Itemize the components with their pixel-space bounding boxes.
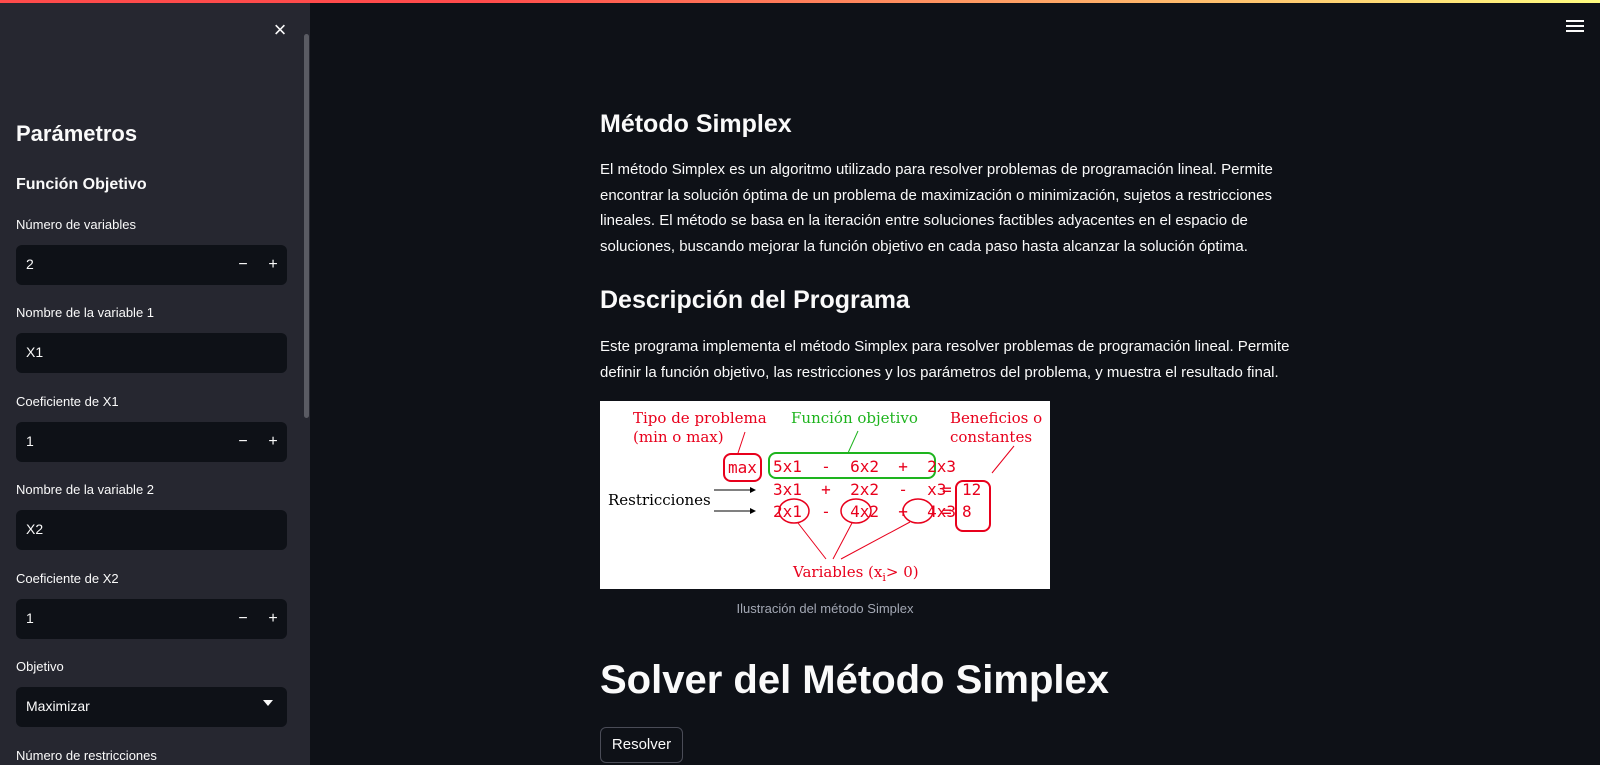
sidebar-title: Parámetros xyxy=(16,121,138,146)
fig-label-restricciones: Restricciones xyxy=(608,491,711,509)
var1-name-input[interactable]: X1 xyxy=(16,333,287,373)
fig-max: max xyxy=(728,458,757,477)
svg-text:Variables (xi> 0): Variables (xi> 0) xyxy=(792,563,919,584)
fig-label-tipo-2: (min o max) xyxy=(633,428,724,446)
coef2-plus-button[interactable]: + xyxy=(260,606,286,632)
menu-icon[interactable] xyxy=(1566,20,1584,34)
coef2-stepper[interactable]: 1 − + xyxy=(16,599,287,639)
coef1-minus-button[interactable]: − xyxy=(230,429,256,455)
fig-label-tipo-1: Tipo de problema xyxy=(633,409,767,427)
fig-eq1: = xyxy=(942,480,952,499)
fig-label-benef-2: constantes xyxy=(950,428,1032,446)
fig-label-vars-end: > 0) xyxy=(886,563,919,581)
var1-name-value[interactable]: X1 xyxy=(26,344,43,360)
section-title-simplex: Método Simplex xyxy=(600,110,792,138)
fig-eq2: = xyxy=(942,502,952,521)
coef1-value[interactable]: 1 xyxy=(26,433,34,449)
fig-row2: 2x1 - 4x2 + 4x3 xyxy=(773,502,956,521)
num-vars-plus-button[interactable]: + xyxy=(260,252,286,278)
simplex-description: El método Simplex es un algoritmo utiliz… xyxy=(600,161,1273,255)
fig-objective-expr: 5x1 - 6x2 + 2x3 xyxy=(773,457,956,476)
var1-name-label: Nombre de la variable 1 xyxy=(16,305,155,320)
fig-rhs2: 8 xyxy=(962,502,972,521)
coef2-minus-button[interactable]: − xyxy=(230,606,256,632)
coef1-stepper[interactable]: 1 − + xyxy=(16,422,287,462)
coef1-label: Coeficiente de X1 xyxy=(16,394,119,409)
sidebar-scrollbar[interactable] xyxy=(304,34,309,418)
num-constraints-label: Número de restricciones xyxy=(16,748,157,763)
program-description: Este programa implementa el método Simpl… xyxy=(600,338,1290,381)
objective-value[interactable]: Maximizar xyxy=(26,698,90,714)
coef2-value[interactable]: 1 xyxy=(26,610,34,626)
solver-title: Solver del Método Simplex xyxy=(600,658,1110,702)
fig-row1: 3x1 + 2x2 - x3 xyxy=(773,480,946,499)
fig-label-vars: Variables (x xyxy=(792,563,883,581)
chevron-down-icon[interactable] xyxy=(263,700,273,706)
objective-select[interactable]: Maximizar xyxy=(16,687,287,727)
close-icon[interactable]: × xyxy=(268,18,292,42)
num-vars-value[interactable]: 2 xyxy=(26,256,34,272)
fig-label-benef-1: Beneficios o xyxy=(950,409,1042,427)
objective-label: Objetivo xyxy=(16,659,64,674)
var2-name-label: Nombre de la variable 2 xyxy=(16,482,155,497)
num-vars-stepper[interactable]: 2 − + xyxy=(16,245,287,285)
section-title-programa: Descripción del Programa xyxy=(600,286,910,314)
figure-caption: Ilustración del método Simplex xyxy=(736,601,914,616)
fig-rhs1: 12 xyxy=(962,480,981,499)
coef1-plus-button[interactable]: + xyxy=(260,429,286,455)
num-vars-minus-button[interactable]: − xyxy=(230,252,256,278)
sidebar-subtitle: Función Objetivo xyxy=(16,176,147,193)
fig-label-funcion: Función objetivo xyxy=(791,409,918,427)
resolver-button[interactable]: Resolver xyxy=(600,727,683,763)
var2-name-input[interactable]: X2 xyxy=(16,510,287,550)
sidebar: × Parámetros Función Objetivo Número de … xyxy=(0,0,310,765)
simplex-illustration: Tipo de problema (min o max) Función obj… xyxy=(600,401,1050,589)
coef2-label: Coeficiente de X2 xyxy=(16,571,119,586)
top-decoration-bar xyxy=(0,0,1600,3)
num-vars-label: Número de variables xyxy=(16,217,136,232)
var2-name-value[interactable]: X2 xyxy=(26,521,43,537)
